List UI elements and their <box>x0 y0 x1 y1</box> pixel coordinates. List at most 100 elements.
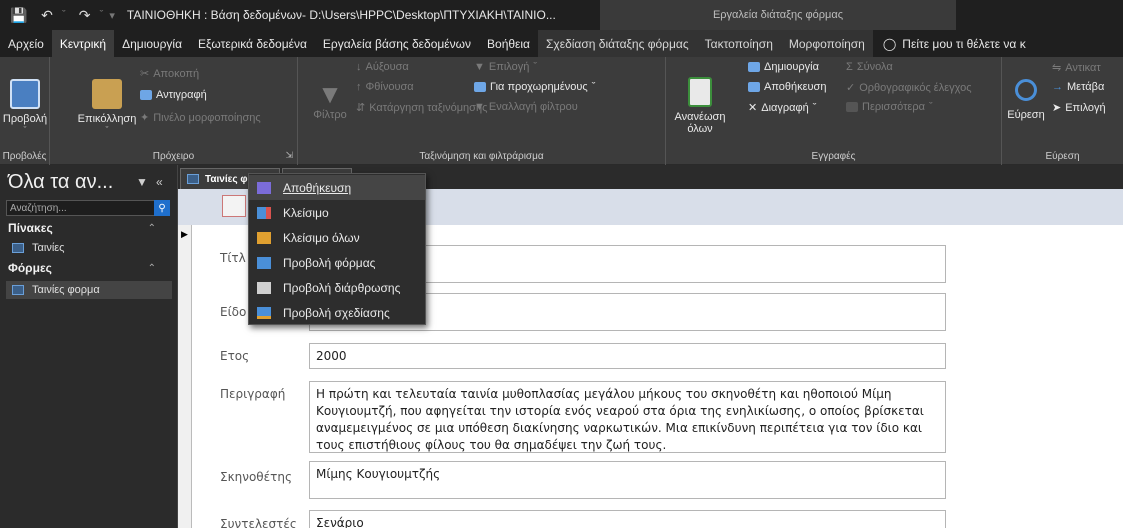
clipboard-launcher-icon[interactable]: ⇲ <box>285 150 293 161</box>
menu-item-label: Προβολή διάρθρωσης <box>283 280 401 295</box>
copy-button[interactable]: Αντιγραφή <box>140 89 207 101</box>
replace-button[interactable]: ⇋ Αντικατ <box>1052 61 1101 75</box>
tab-create[interactable]: Δημιουργία <box>114 30 190 57</box>
find-label: Εύρεση <box>1007 109 1045 121</box>
select-button[interactable]: ➤ Επιλογή <box>1052 101 1106 115</box>
director-field[interactable]: Μίμης Κουγιουμτζής <box>309 461 946 499</box>
tab-database-tools[interactable]: Εργαλεία βάσης δεδομένων <box>315 30 479 57</box>
format-painter-button[interactable]: ✦ Πινέλο μορφοποίησης <box>140 111 261 125</box>
folder-icon <box>257 231 271 244</box>
delete-label: Διαγραφή <box>761 101 809 114</box>
more-label: Περισσότερα <box>862 101 925 113</box>
tab-arrange[interactable]: Τακτοποίηση <box>696 30 781 57</box>
tab-help[interactable]: Βοήθεια <box>479 30 538 57</box>
selection-button[interactable]: ▼ Επιλογή ˇ <box>474 61 537 73</box>
menu-item-close[interactable]: Κλείσιμο <box>249 200 425 225</box>
collapse-icon[interactable]: ⌃ <box>148 223 156 234</box>
paste-icon <box>92 79 122 109</box>
redo-icon[interactable]: ↷ <box>76 7 94 24</box>
save-record-button[interactable]: Αποθήκευση <box>748 81 826 93</box>
refresh-all-button[interactable]: Ανανέωση όλων <box>672 77 728 135</box>
sort-ascending-button[interactable]: ↓ Αύξουσα <box>356 61 409 73</box>
funnel-icon: ▼ <box>317 79 343 109</box>
nav-menu-icon[interactable]: ▼ <box>136 175 148 189</box>
sigma-icon: Σ <box>846 61 853 73</box>
nav-section-tables[interactable]: Πίνακες ⌃ <box>8 221 168 235</box>
find-button[interactable]: Εύρεση <box>1007 79 1045 121</box>
sort-descending-button[interactable]: ↑ Φθίνουσα <box>356 81 414 93</box>
sort-ascending-icon: ↓ <box>356 61 362 73</box>
menu-item-design-view[interactable]: Προβολή σχεδίασης <box>249 300 425 325</box>
group-sort-filter: ▼ Φίλτρο ↓ Αύξουσα ↑ Φθίνουσα ⇵ Κατάργησ… <box>298 57 666 165</box>
more-button[interactable]: Περισσότερα ˇ <box>846 101 933 113</box>
group-sort-filter-label: Ταξινόμηση και φιλτράρισμα <box>419 151 544 162</box>
filter-button[interactable]: ▼ Φίλτρο <box>312 79 348 121</box>
nav-item-table-tainies[interactable]: Ταινίες <box>6 239 172 257</box>
collapse-icon[interactable]: ⌃ <box>148 263 156 274</box>
goto-button[interactable]: → Μετάβα <box>1052 81 1104 93</box>
group-find-label: Εύρεση <box>1045 151 1080 162</box>
selection-filter-icon: ▼ <box>474 61 485 73</box>
menu-item-save[interactable]: Αποθήκευση <box>249 175 425 200</box>
undo-dropdown-icon[interactable]: ˇ <box>62 9 66 21</box>
cut-button[interactable]: ✂ Αποκοπή <box>140 67 199 81</box>
menu-item-label: Κλείσιμο <box>283 205 329 220</box>
remove-sort-button[interactable]: ⇵ Κατάργηση ταξινόμησης <box>356 101 487 115</box>
view-icon <box>10 79 40 109</box>
tab-form-layout-design[interactable]: Σχεδίαση διάταξης φόρμας <box>538 30 697 57</box>
paste-button[interactable]: Επικόλληση ˇ <box>78 79 136 135</box>
nav-search-input[interactable]: Αναζήτηση... ⚲ <box>6 200 170 216</box>
record-selector[interactable]: ▶ <box>178 225 192 528</box>
current-record-icon: ▶ <box>181 229 188 239</box>
spelling-label: Ορθογραφικός έλεγχος <box>859 81 972 94</box>
spelling-button[interactable]: ✓ Ορθογραφικός έλεγχος <box>846 81 972 95</box>
view-button[interactable]: Προβολή ˇ <box>3 79 47 135</box>
advanced-filter-icon <box>474 82 486 92</box>
nav-section-tables-label: Πίνακες <box>8 221 53 235</box>
contributors-field[interactable]: Σενάριο <box>309 510 946 528</box>
new-record-icon <box>748 62 760 72</box>
customize-qat-icon[interactable]: ▾ <box>109 9 115 22</box>
tell-me-box[interactable]: ◯ Πείτε μου τι θέλετε να κ <box>883 30 1026 57</box>
advanced-filter-button[interactable]: Για προχωρημένους ˇ <box>474 81 595 93</box>
new-record-button[interactable]: Δημιουργία <box>748 61 819 73</box>
doc-tab-label: Ταινίες φ <box>205 173 248 185</box>
refresh-icon <box>688 77 712 107</box>
context-tab-group-title: Εργαλεία διάταξης φόρμας <box>600 0 956 30</box>
year-field[interactable]: 2000 <box>309 343 946 369</box>
layout-view-icon <box>257 281 271 294</box>
undo-icon[interactable]: ↶ <box>38 7 56 24</box>
tab-format[interactable]: Μορφοποίηση <box>780 30 873 57</box>
menu-item-close-all[interactable]: Κλείσιμο όλων <box>249 225 425 250</box>
redo-dropdown-icon[interactable]: ˇ <box>100 9 104 21</box>
menu-item-form-view[interactable]: Προβολή φόρμας <box>249 250 425 275</box>
goto-label: Μετάβα <box>1067 81 1105 93</box>
form-icon <box>12 285 24 295</box>
tab-home[interactable]: Κεντρική <box>51 30 115 57</box>
tab-external-data[interactable]: Εξωτερικά δεδομένα <box>190 30 315 57</box>
nav-item-form-tainies-forma[interactable]: Ταινίες φορμα <box>6 281 172 299</box>
description-field[interactable]: Η πρώτη και τελευταία ταινία μυθοπλασίας… <box>309 381 946 453</box>
brush-icon: ✦ <box>140 112 150 124</box>
shutter-bar-close-icon[interactable]: « <box>156 175 163 189</box>
paste-dropdown-icon: ˇ <box>105 125 109 135</box>
nav-section-forms[interactable]: Φόρμες ⌃ <box>8 261 168 275</box>
nav-pane-title[interactable]: Όλα τα αν... <box>8 171 113 194</box>
save-icon[interactable]: 💾 <box>10 7 28 24</box>
menu-item-layout-view[interactable]: Προβολή διάρθρωσης <box>249 275 425 300</box>
group-records-label: Εγγραφές <box>811 151 856 162</box>
nav-item-label: Ταινίες <box>32 242 65 254</box>
navigation-pane: Όλα τα αν... ▼ « Αναζήτηση... ⚲ Πίνακες … <box>0 165 178 528</box>
search-icon[interactable]: ⚲ <box>154 200 170 216</box>
totals-button[interactable]: Σ Σύνολα <box>846 61 893 73</box>
cursor-icon: ➤ <box>1052 102 1062 114</box>
toggle-filter-button[interactable]: ▼ Εναλλαγή φίλτρου <box>474 101 578 113</box>
spelling-icon: ✓ <box>846 82 856 94</box>
save-record-icon <box>748 82 760 92</box>
advanced-dropdown-icon: ˇ <box>591 81 596 93</box>
tab-file[interactable]: Αρχείο <box>0 30 52 57</box>
view-dropdown-icon: ˇ <box>23 125 27 135</box>
delete-record-button[interactable]: ✕ Διαγραφή ˇ <box>748 101 817 115</box>
delete-dropdown-icon: ˇ <box>812 101 817 114</box>
advanced-label: Για προχωρημένους <box>490 81 588 93</box>
